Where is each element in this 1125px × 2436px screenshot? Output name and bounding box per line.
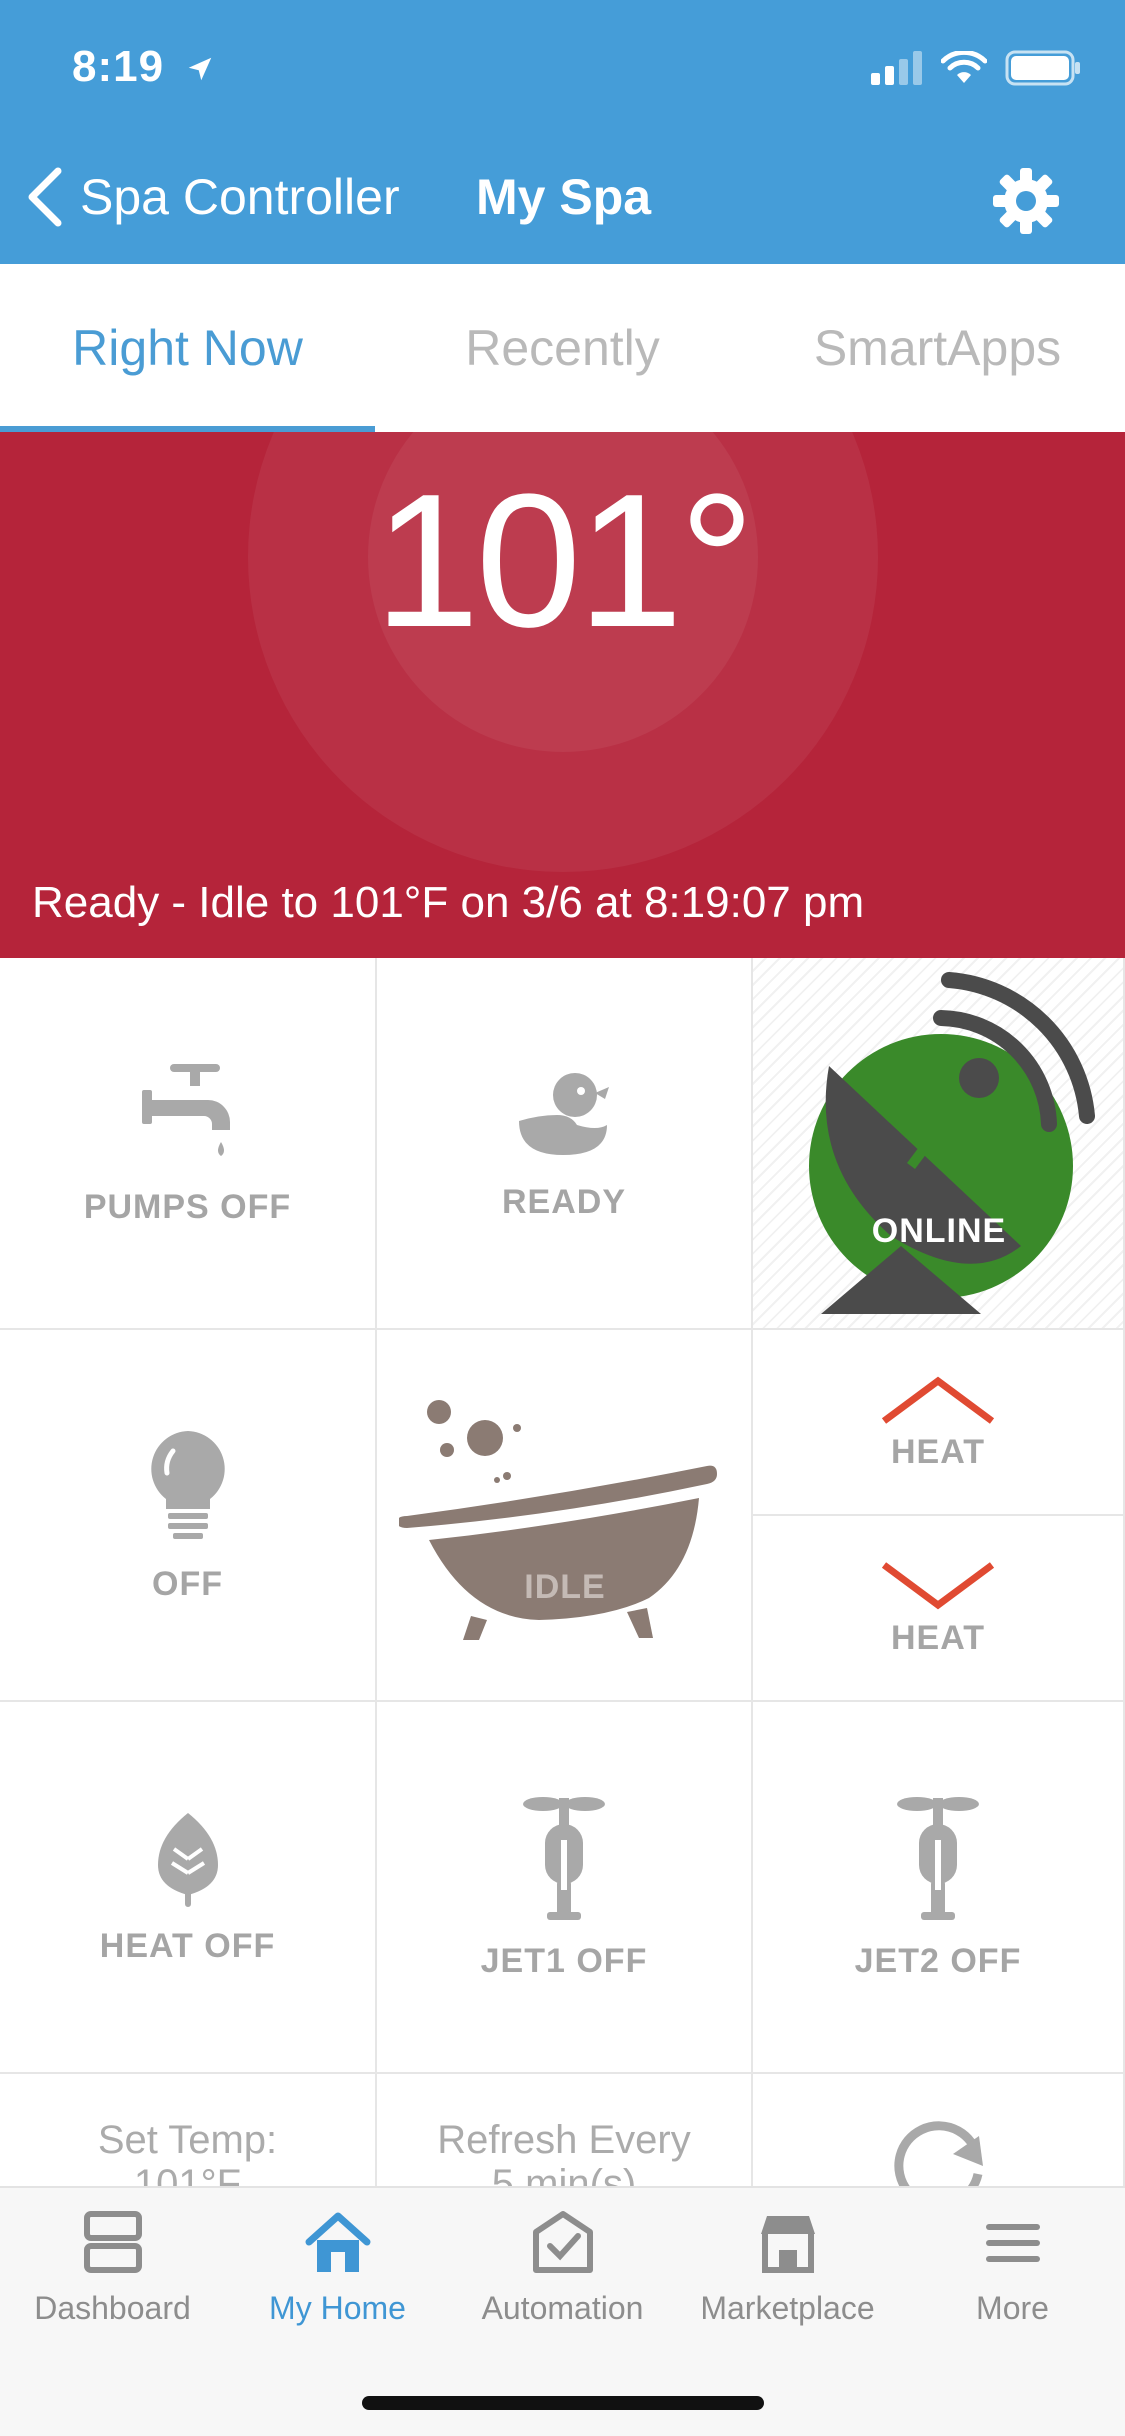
heat-mode-label: HEAT OFF	[99, 1926, 276, 1965]
nav-dashboard-label: Dashboard	[34, 2290, 191, 2326]
light-tile[interactable]: OFF	[0, 1330, 377, 1702]
home-icon	[305, 2212, 370, 2272]
tub-label: IDLE	[524, 1568, 606, 1606]
faucet-icon	[141, 1063, 230, 1156]
ready-label: READY	[501, 1182, 627, 1221]
automation-icon	[532, 2211, 593, 2273]
valve-icon	[897, 1796, 979, 1920]
heat-down-label: HEAT	[890, 1618, 986, 1657]
pumps-label: PUMPS OFF	[83, 1187, 292, 1226]
tab-smartapps[interactable]: SmartApps	[750, 264, 1125, 432]
heat-up-tile[interactable]: HEAT	[753, 1330, 1125, 1516]
marketplace-icon	[760, 2216, 815, 2273]
status-icons	[871, 50, 1081, 86]
heat-mode-tile[interactable]: HEAT OFF	[0, 1702, 377, 2074]
online-label: ONLINE	[871, 1212, 1007, 1250]
lightbulb-icon	[150, 1430, 225, 1539]
nav-marketplace-label: Marketplace	[700, 2290, 875, 2326]
chevron-up-icon	[881, 1376, 995, 1424]
jet1-tile[interactable]: JET1 OFF	[377, 1702, 753, 2074]
light-label: OFF	[152, 1564, 223, 1603]
jet2-tile[interactable]: JET2 OFF	[753, 1702, 1125, 2074]
location-arrow-icon	[189, 58, 212, 81]
nav-my-home-label: My Home	[269, 2290, 406, 2326]
ready-tile[interactable]: READY	[377, 958, 753, 1330]
chevron-down-icon	[881, 1561, 995, 1609]
gear-icon	[993, 168, 1059, 234]
status-time: 8:19	[72, 42, 215, 92]
tab-bar: Right Now Recently SmartApps	[0, 264, 1125, 432]
spa-status-text: Ready - Idle to 101°F on 3/6 at 8:19:07 …	[32, 878, 865, 927]
home-indicator[interactable]	[362, 2396, 764, 2410]
jet2-label: JET2 OFF	[854, 1941, 1022, 1980]
back-label: Spa Controller	[80, 169, 400, 225]
heat-down-tile[interactable]: HEAT	[753, 1516, 1125, 1702]
cellular-signal-icon	[871, 51, 922, 85]
tab-recently[interactable]: Recently	[375, 264, 750, 432]
battery-icon	[1005, 50, 1080, 86]
dashboard-icon	[83, 2211, 142, 2273]
satellite-dish-icon	[809, 972, 1095, 1314]
nav-automation-label: Automation	[481, 2290, 644, 2326]
current-temperature: 101°	[374, 455, 755, 667]
chevron-left-icon	[28, 167, 62, 227]
leaf-icon	[157, 1812, 218, 1907]
valve-icon	[523, 1796, 605, 1920]
menu-icon	[985, 2224, 1040, 2262]
online-tile[interactable]: ONLINE	[753, 958, 1125, 1330]
set-temp-label: Set Temp:	[97, 2118, 278, 2162]
refresh-label: Refresh Every	[437, 2118, 691, 2162]
heat-up-label: HEAT	[890, 1432, 986, 1471]
nav-more-label: More	[976, 2290, 1049, 2326]
wifi-icon	[941, 51, 987, 83]
nav-dashboard[interactable]: Dashboard	[0, 2188, 225, 2436]
nav-more[interactable]: More	[900, 2188, 1125, 2436]
tab-right-now[interactable]: Right Now	[0, 264, 375, 432]
jet1-label: JET1 OFF	[480, 1941, 648, 1980]
tub-tile[interactable]: IDLE	[377, 1330, 753, 1702]
app-header: 8:19 Spa Controller My Spa	[0, 0, 1125, 264]
settings-button[interactable]	[991, 166, 1061, 236]
page-title: My Spa	[476, 169, 652, 225]
temperature-hero[interactable]: 101° Ready - Idle to 101°F on 3/6 at 8:1…	[0, 432, 1125, 958]
pumps-tile[interactable]: PUMPS OFF	[0, 958, 377, 1330]
back-button[interactable]: Spa Controller	[24, 165, 400, 229]
rubber-duck-icon	[519, 1072, 609, 1155]
